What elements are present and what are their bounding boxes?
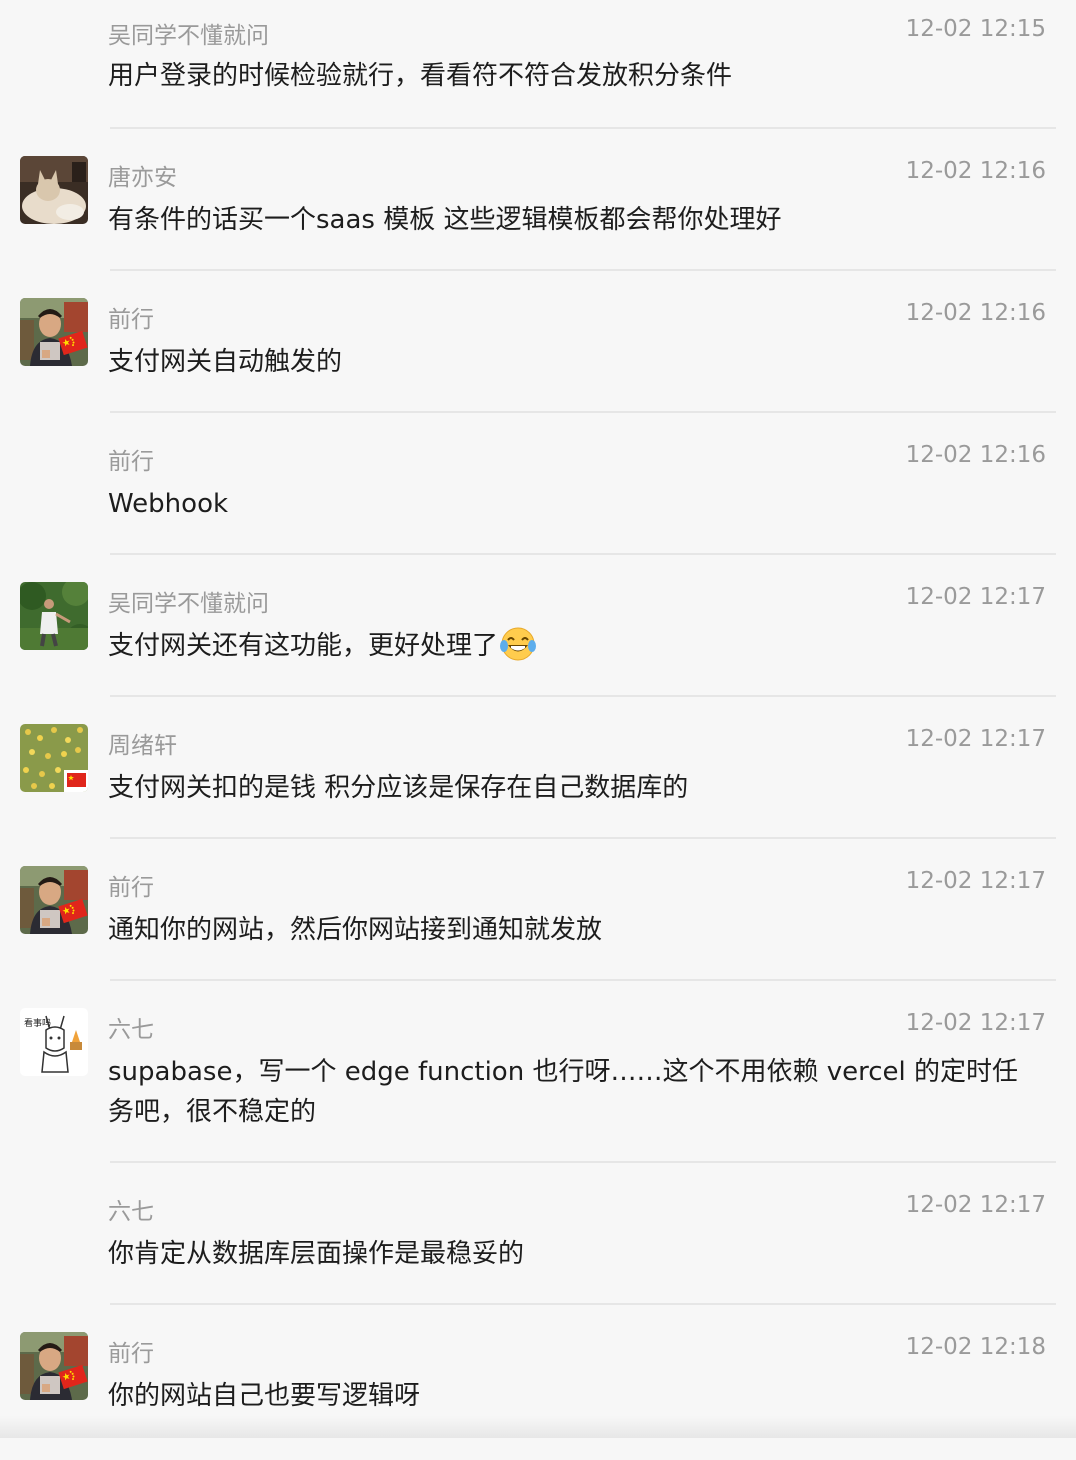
avatar[interactable] [20, 866, 88, 934]
divider [110, 127, 1056, 129]
message-item[interactable]: 周绪轩 12-02 12:17 支付网关扣的是钱 积分应该是保存在自己数据库的 [0, 710, 1076, 852]
avatar[interactable] [20, 156, 88, 224]
message-time: 12-02 12:17 [905, 868, 1046, 894]
message-time: 12-02 12:16 [905, 300, 1046, 326]
message-text: Webhook [108, 489, 229, 519]
divider [110, 269, 1056, 271]
avatar[interactable] [20, 1332, 88, 1400]
bottom-fade [0, 1416, 1076, 1438]
sender-name[interactable]: 吴同学不懂就问 [108, 16, 269, 50]
divider [110, 695, 1056, 697]
message-time: 12-02 12:17 [905, 584, 1046, 610]
sender-name[interactable]: 六七 [108, 1010, 154, 1044]
message-item[interactable]: 六七 12-02 12:17 你肯定从数据库层面操作是最稳妥的 [0, 1176, 1076, 1318]
avatar[interactable] [20, 298, 88, 366]
sender-name[interactable]: 前行 [108, 868, 154, 902]
message-text: 你的网站自己也要写逻辑呀 [108, 1381, 421, 1411]
avatar[interactable] [20, 582, 88, 650]
message-time: 12-02 12:16 [905, 442, 1046, 468]
message-time: 12-02 12:18 [905, 1334, 1046, 1360]
message-item[interactable]: 前行 12-02 12:18 你的网站自己也要写逻辑呀 [0, 1318, 1076, 1460]
tears-of-joy-icon [500, 627, 537, 661]
divider [110, 553, 1056, 555]
message-text-content: 支付网关还有这功能，更好处理了 [108, 631, 499, 661]
message-item[interactable]: 看事吗 六七 12-02 12:17 supabase，写一个 edge fun… [0, 994, 1076, 1176]
message-item[interactable]: 吴同学不懂就问 12-02 12:17 支付网关还有这功能，更好处理了 [0, 568, 1076, 710]
message-text: 支付网关扣的是钱 积分应该是保存在自己数据库的 [108, 773, 689, 803]
message-item[interactable]: 唐亦安 12-02 12:16 有条件的话买一个saas 模板 这些逻辑模板都会… [0, 142, 1076, 284]
message-time: 12-02 12:17 [905, 1010, 1046, 1036]
sender-name[interactable]: 六七 [108, 1192, 154, 1226]
message-text: 有条件的话买一个saas 模板 这些逻辑模板都会帮你处理好 [108, 205, 782, 235]
avatar[interactable] [20, 724, 88, 792]
divider [110, 1161, 1056, 1163]
avatar[interactable]: 看事吗 [20, 1008, 88, 1076]
message-text: 支付网关自动触发的 [108, 347, 343, 377]
message-text: supabase，写一个 edge function 也行呀……这个不用依赖 v… [108, 1057, 1018, 1127]
message-text: 通知你的网站，然后你网站接到通知就发放 [108, 915, 603, 945]
sender-name[interactable]: 前行 [108, 300, 154, 334]
message-text: 你肯定从数据库层面操作是最稳妥的 [108, 1239, 525, 1269]
message-list: 吴同学不懂就问 12-02 12:15 用户登录的时候检验就行，看看符不符合发放… [0, 0, 1076, 1460]
sender-name[interactable]: 前行 [108, 442, 154, 476]
divider [110, 837, 1056, 839]
sender-name[interactable]: 前行 [108, 1334, 154, 1368]
message-item[interactable]: 前行 12-02 12:16 支付网关自动触发的 [0, 284, 1076, 426]
divider [110, 411, 1056, 413]
message-time: 12-02 12:17 [905, 1192, 1046, 1218]
message-text: 用户登录的时候检验就行，看看符不符合发放积分条件 [108, 61, 733, 91]
message-item[interactable]: 前行 12-02 12:16 Webhook [0, 426, 1076, 568]
message-item[interactable]: 吴同学不懂就问 12-02 12:15 用户登录的时候检验就行，看看符不符合发放… [0, 0, 1076, 142]
sender-name[interactable]: 周绪轩 [108, 726, 177, 760]
message-time: 12-02 12:15 [905, 16, 1046, 42]
message-time: 12-02 12:16 [905, 158, 1046, 184]
sender-name[interactable]: 唐亦安 [108, 158, 177, 192]
message-text: 支付网关还有这功能，更好处理了 [108, 626, 1040, 666]
message-time: 12-02 12:17 [905, 726, 1046, 752]
sender-name[interactable]: 吴同学不懂就问 [108, 584, 269, 618]
divider [110, 1303, 1056, 1305]
message-item[interactable]: 前行 12-02 12:17 通知你的网站，然后你网站接到通知就发放 [0, 852, 1076, 994]
divider [110, 979, 1056, 981]
